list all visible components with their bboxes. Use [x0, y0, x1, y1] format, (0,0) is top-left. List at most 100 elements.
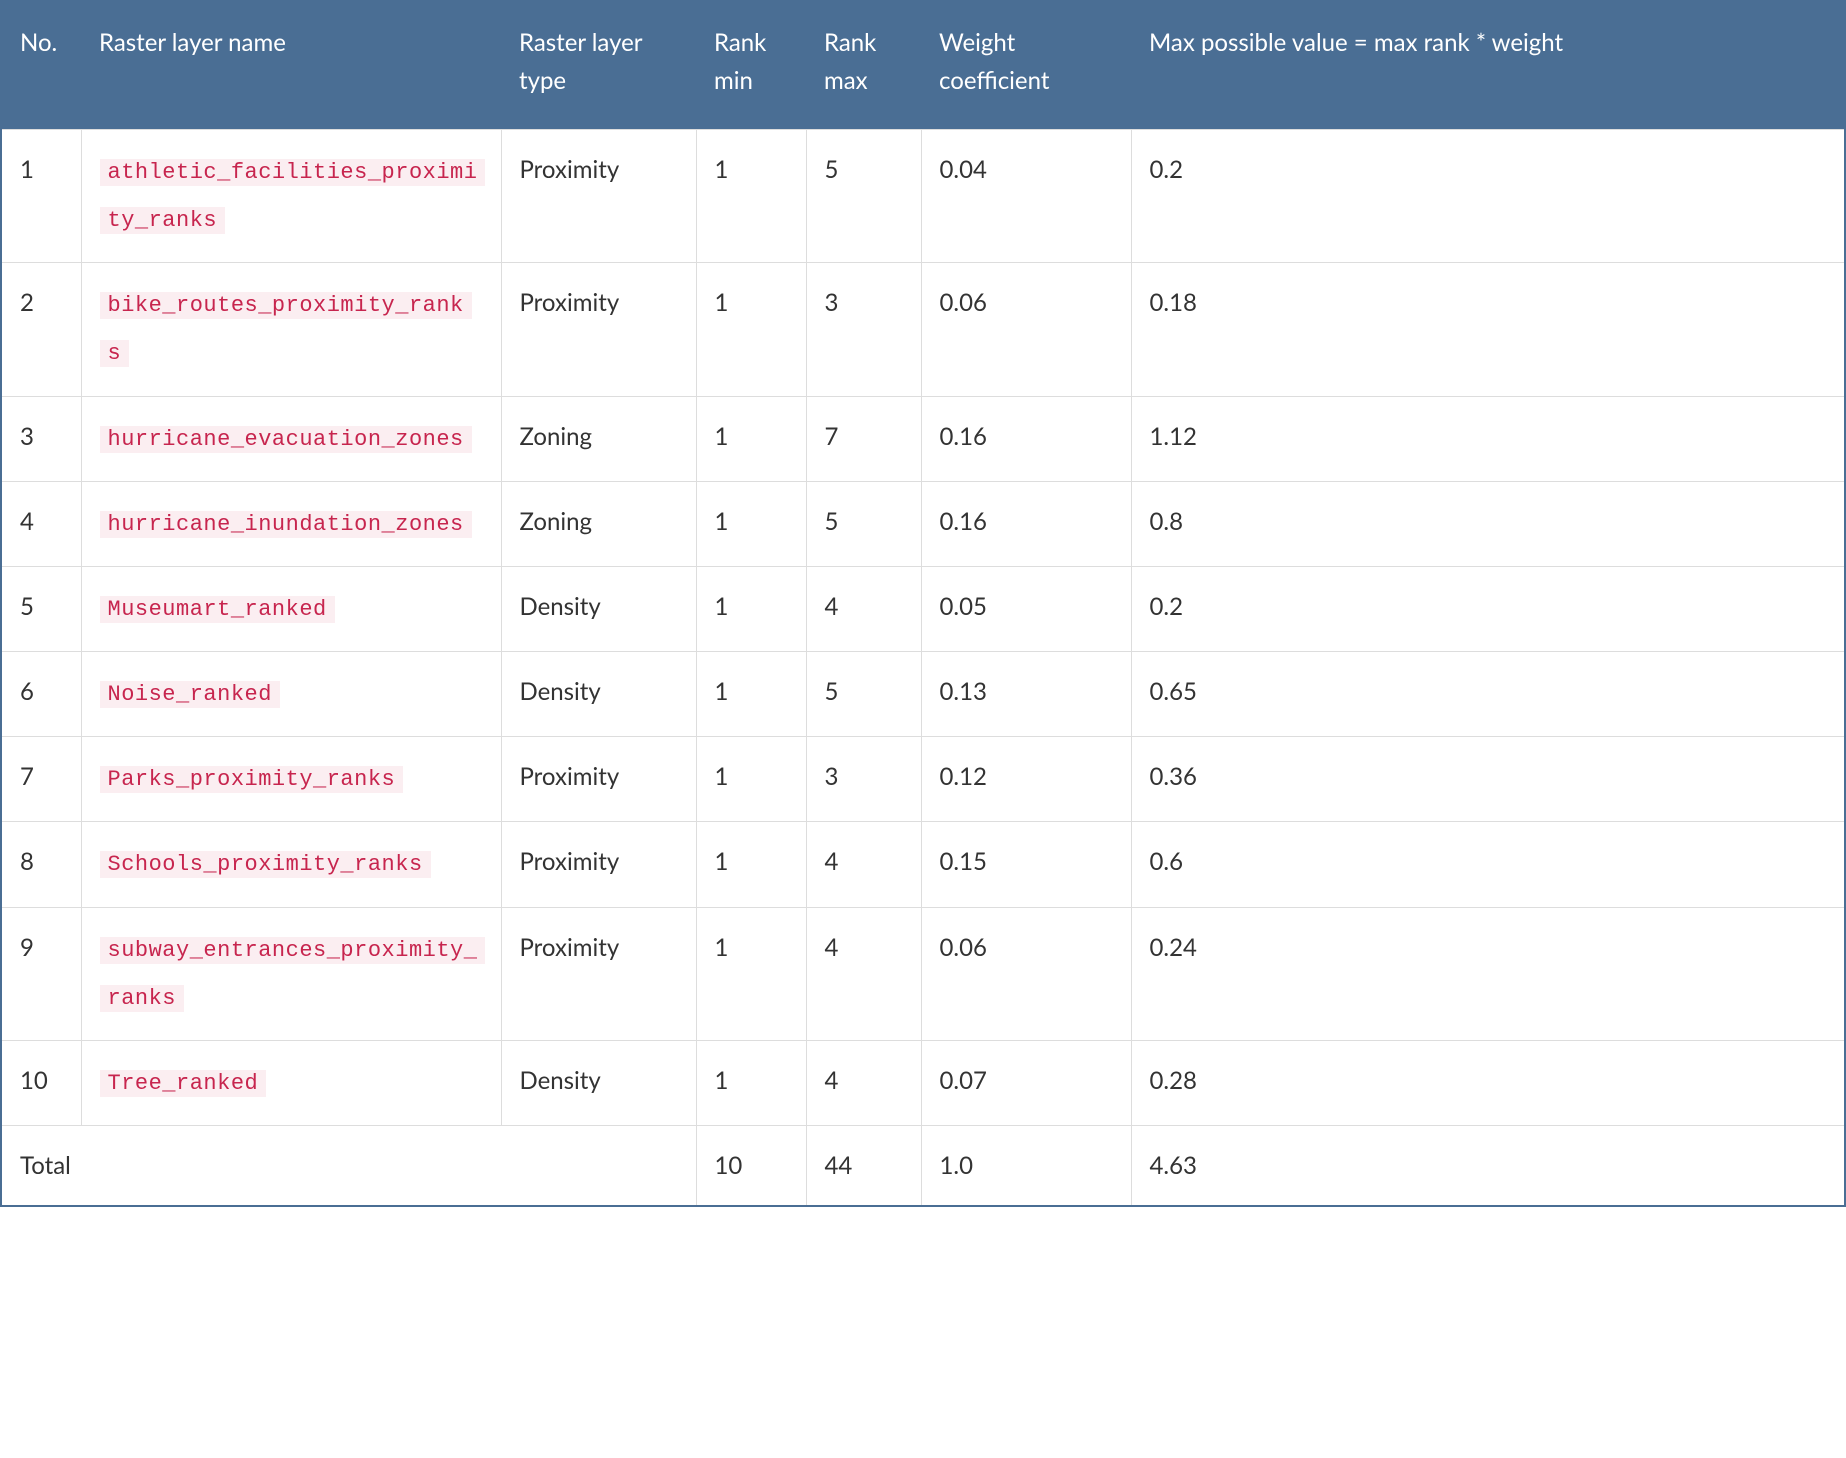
table-row: 3 hurricane_evacuation_zones Zoning170.161… [1, 396, 1845, 481]
cell-weight: 0.16 [921, 481, 1131, 566]
cell-no: 4 [1, 481, 81, 566]
table-row: 9 subway_entrances_proximity_ranksProximi… [1, 907, 1845, 1040]
cell-layer-name: Noise_ranked [81, 652, 501, 737]
cell-layer-name: hurricane_evacuation_zones [81, 396, 501, 481]
cell-layer-type: Density [501, 1041, 696, 1126]
header-layer-type: Raster layer type [501, 1, 696, 129]
cell-layer-type: Zoning [501, 481, 696, 566]
cell-layer-type: Density [501, 566, 696, 651]
cell-no: 1 [1, 129, 81, 262]
cell-total-weight: 1.0 [921, 1126, 1131, 1207]
cell-total-max: 44 [806, 1126, 921, 1207]
cell-max-value: 0.8 [1131, 481, 1845, 566]
header-no: No. [1, 1, 81, 129]
cell-rank-max: 3 [806, 737, 921, 822]
cell-rank-min: 1 [696, 396, 806, 481]
cell-no: 6 [1, 652, 81, 737]
cell-max-value: 0.18 [1131, 263, 1845, 396]
table-row: 6 Noise_ranked Density150.130.65 [1, 652, 1845, 737]
layer-code: Tree_ranked [100, 1070, 267, 1097]
raster-layers-table-wrapper: No. Raster layer name Raster layer type … [0, 0, 1846, 1207]
cell-total-label: Total [1, 1126, 696, 1207]
cell-layer-name: bike_routes_proximity_ranks [81, 263, 501, 396]
cell-weight: 0.15 [921, 822, 1131, 907]
cell-rank-max: 4 [806, 822, 921, 907]
cell-no: 7 [1, 737, 81, 822]
cell-layer-type: Proximity [501, 907, 696, 1040]
table-header-row: No. Raster layer name Raster layer type … [1, 1, 1845, 129]
cell-max-value: 0.2 [1131, 566, 1845, 651]
table-row: 1 athletic_facilities_proximity_ranksProx… [1, 129, 1845, 262]
cell-no: 8 [1, 822, 81, 907]
cell-max-value: 0.28 [1131, 1041, 1845, 1126]
layer-code: Parks_proximity_ranks [100, 766, 404, 793]
cell-layer-name: Schools_proximity_ranks [81, 822, 501, 907]
raster-layers-table: No. Raster layer name Raster layer type … [0, 0, 1846, 1207]
cell-layer-type: Zoning [501, 396, 696, 481]
cell-rank-max: 5 [806, 481, 921, 566]
cell-max-value: 1.12 [1131, 396, 1845, 481]
cell-rank-max: 3 [806, 263, 921, 396]
layer-code: hurricane_inundation_zones [100, 511, 472, 538]
table-total-row: Total10441.04.63 [1, 1126, 1845, 1207]
table-row: 4 hurricane_inundation_zones Zoning150.160… [1, 481, 1845, 566]
cell-rank-min: 1 [696, 907, 806, 1040]
cell-layer-type: Density [501, 652, 696, 737]
cell-layer-name: hurricane_inundation_zones [81, 481, 501, 566]
cell-layer-name: Museumart_ranked [81, 566, 501, 651]
cell-no: 10 [1, 1041, 81, 1126]
layer-code: hurricane_evacuation_zones [100, 426, 472, 453]
cell-rank-max: 5 [806, 652, 921, 737]
cell-max-value: 0.24 [1131, 907, 1845, 1040]
cell-layer-name: Tree_ranked [81, 1041, 501, 1126]
table-row: 5Museumart_rankedDensity140.050.2 [1, 566, 1845, 651]
cell-max-value: 0.6 [1131, 822, 1845, 907]
cell-weight: 0.16 [921, 396, 1131, 481]
cell-no: 2 [1, 263, 81, 396]
cell-rank-max: 4 [806, 907, 921, 1040]
layer-code: bike_routes_proximity_ranks [100, 292, 472, 367]
table-row: 2bike_routes_proximity_ranksProximity130… [1, 263, 1845, 396]
header-max-possible: Max possible value = max rank * weight [1131, 1, 1845, 129]
layer-code: Schools_proximity_ranks [100, 851, 431, 878]
cell-total-min: 10 [696, 1126, 806, 1207]
cell-weight: 0.13 [921, 652, 1131, 737]
layer-code: subway_entrances_proximity_ranks [100, 937, 486, 1012]
cell-rank-min: 1 [696, 822, 806, 907]
cell-layer-type: Proximity [501, 263, 696, 396]
cell-layer-type: Proximity [501, 737, 696, 822]
table-row: 10 Tree_ranked Density140.070.28 [1, 1041, 1845, 1126]
table-row: 8 Schools_proximity_ranks Proximity140.150… [1, 822, 1845, 907]
cell-rank-min: 1 [696, 1041, 806, 1126]
cell-rank-min: 1 [696, 566, 806, 651]
cell-weight: 0.07 [921, 1041, 1131, 1126]
cell-no: 9 [1, 907, 81, 1040]
cell-rank-min: 1 [696, 481, 806, 566]
cell-no: 3 [1, 396, 81, 481]
cell-no: 5 [1, 566, 81, 651]
cell-layer-type: Proximity [501, 129, 696, 262]
layer-code: Museumart_ranked [100, 596, 335, 623]
cell-weight: 0.04 [921, 129, 1131, 262]
layer-code: Noise_ranked [100, 681, 280, 708]
cell-weight: 0.06 [921, 907, 1131, 1040]
table-row: 7 Parks_proximity_ranks Proximity130.120.3… [1, 737, 1845, 822]
cell-max-value: 0.2 [1131, 129, 1845, 262]
cell-weight: 0.12 [921, 737, 1131, 822]
cell-rank-min: 1 [696, 652, 806, 737]
cell-layer-name: Parks_proximity_ranks [81, 737, 501, 822]
cell-weight: 0.06 [921, 263, 1131, 396]
header-rank-max: Rank max [806, 1, 921, 129]
cell-layer-name: subway_entrances_proximity_ranks [81, 907, 501, 1040]
layer-code: athletic_facilities_proximity_ranks [100, 159, 486, 234]
header-weight-coeff: Weight coefficient [921, 1, 1131, 129]
cell-layer-name: athletic_facilities_proximity_ranks [81, 129, 501, 262]
cell-max-value: 0.65 [1131, 652, 1845, 737]
cell-rank-min: 1 [696, 263, 806, 396]
cell-rank-max: 7 [806, 396, 921, 481]
cell-max-value: 0.36 [1131, 737, 1845, 822]
cell-rank-max: 4 [806, 1041, 921, 1126]
cell-rank-max: 5 [806, 129, 921, 262]
cell-rank-min: 1 [696, 737, 806, 822]
cell-layer-type: Proximity [501, 822, 696, 907]
